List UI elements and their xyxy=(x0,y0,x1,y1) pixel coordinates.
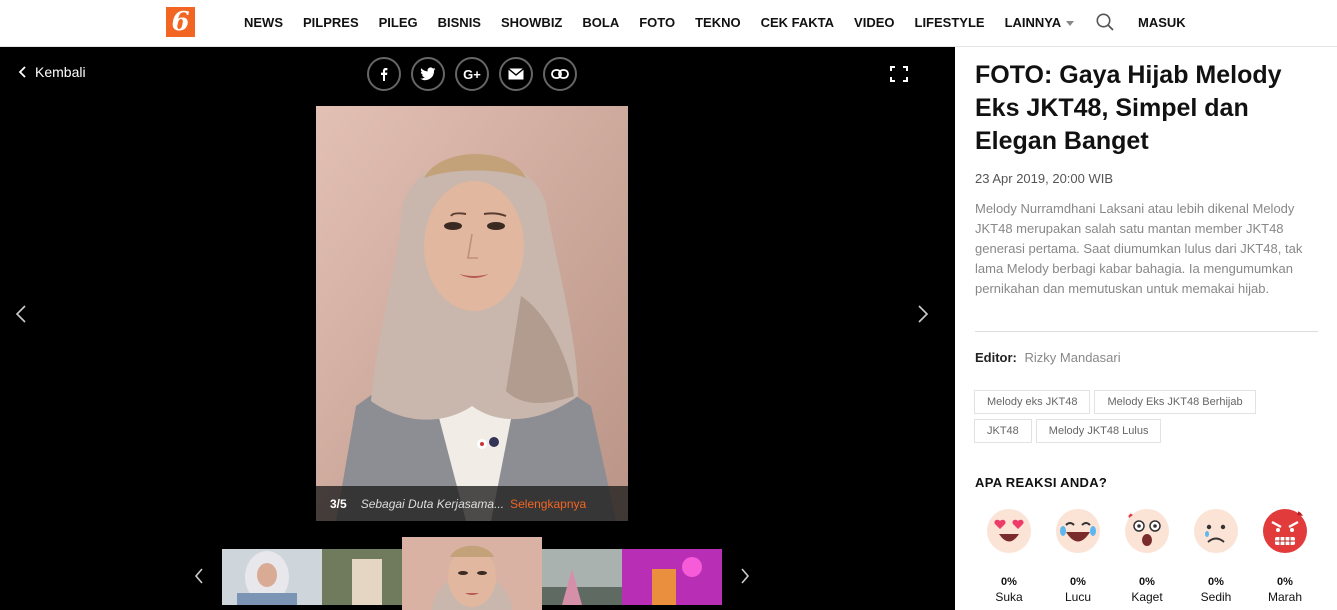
nav-item-bisnis[interactable]: BISNIS xyxy=(438,15,481,30)
laughing-emoji-icon xyxy=(1056,509,1100,553)
tag[interactable]: Melody Eks JKT48 Berhijab xyxy=(1094,390,1256,414)
back-link[interactable]: Kembali xyxy=(18,64,86,80)
email-icon[interactable] xyxy=(499,57,533,91)
article-panel: FOTO: Gaya Hijab Melody Eks JKT48, Simpe… xyxy=(955,47,1337,610)
reaction-percent: 0% xyxy=(1277,576,1293,588)
reaction-label: Suka xyxy=(995,590,1023,604)
reaction-label: Lucu xyxy=(1064,590,1092,604)
tag[interactable]: Melody eks JKT48 xyxy=(974,390,1091,414)
nav-item-pilpres[interactable]: PILPRES xyxy=(303,15,359,30)
reaction-percent: 0% xyxy=(1070,576,1086,588)
editor-line: Editor: Rizky Mandasari xyxy=(975,350,1121,365)
tag[interactable]: Melody JKT48 Lulus xyxy=(1035,419,1162,443)
reaction-label: Marah xyxy=(1267,590,1302,604)
reaction-label: Kaget xyxy=(1131,590,1163,604)
site-logo[interactable]: 6 xyxy=(166,7,195,37)
main-photo xyxy=(316,106,628,521)
nav-item-lainnya-label: LAINNYA xyxy=(1004,14,1062,30)
main-nav: NEWS PILPRES PILEG BISNIS SHOWBIZ BOLA F… xyxy=(244,0,1094,44)
nav-item-cek-fakta[interactable]: CEK FAKTA xyxy=(761,15,834,30)
top-navigation-bar: 6 NEWS PILPRES PILEG BISNIS SHOWBIZ BOLA… xyxy=(0,0,1337,47)
article-date: 23 Apr 2019, 20:00 WIB xyxy=(975,171,1114,186)
previous-photo-arrow[interactable] xyxy=(14,304,28,324)
reaction-sedih[interactable]: 0% Sedih xyxy=(1191,507,1241,604)
twitter-icon[interactable] xyxy=(411,57,445,91)
search-icon[interactable] xyxy=(1096,13,1114,31)
thumbnail[interactable] xyxy=(542,549,622,605)
thumbs-prev-arrow[interactable] xyxy=(192,566,206,586)
photo-caption-bar: 3/5 Sebagai Duta Kerjasama... Selengkapn… xyxy=(316,486,628,521)
reaction-lucu[interactable]: 0% Lucu xyxy=(1053,507,1103,604)
chevron-down-icon xyxy=(1066,20,1075,26)
divider xyxy=(975,331,1318,332)
photo-gallery: Kembali G+ 3/5 Sebagai Duta Kerjasama...… xyxy=(0,47,955,610)
thumbnail[interactable] xyxy=(322,549,402,605)
reaction-percent: 0% xyxy=(1139,576,1155,588)
article-description: Melody Nurramdhani Laksani atau lebih di… xyxy=(975,201,1303,296)
editor-label: Editor: xyxy=(975,350,1017,365)
reaction-label: Sedih xyxy=(1200,590,1232,604)
nav-item-lifestyle[interactable]: LIFESTYLE xyxy=(915,15,985,30)
angry-emoji-icon xyxy=(1263,509,1307,553)
thumbnail-active[interactable] xyxy=(402,537,542,610)
nav-item-pileg[interactable]: PILEG xyxy=(379,15,418,30)
nav-item-bola[interactable]: BOLA xyxy=(582,15,619,30)
next-photo-arrow[interactable] xyxy=(916,304,930,324)
reaction-kaget[interactable]: 0% Kaget xyxy=(1122,507,1172,604)
love-eyes-emoji-icon xyxy=(987,509,1031,553)
fullscreen-icon[interactable] xyxy=(890,66,908,82)
chevron-left-icon xyxy=(18,66,26,78)
nav-item-news[interactable]: NEWS xyxy=(244,15,283,30)
nav-item-foto[interactable]: FOTO xyxy=(639,15,675,30)
nav-item-tekno[interactable]: TEKNO xyxy=(695,15,741,30)
reactions-title: APA REAKSI ANDA? xyxy=(975,475,1108,490)
thumbnail[interactable] xyxy=(222,549,322,605)
editor-name[interactable]: Rizky Mandasari xyxy=(1025,350,1121,365)
share-buttons: G+ xyxy=(367,57,587,91)
link-icon[interactable] xyxy=(543,57,577,91)
login-button[interactable]: MASUK xyxy=(1138,15,1186,30)
read-more-link[interactable]: Selengkapnya xyxy=(510,497,586,511)
reaction-marah[interactable]: 0% Marah xyxy=(1260,507,1310,604)
facebook-icon[interactable] xyxy=(367,57,401,91)
nav-item-showbiz[interactable]: SHOWBIZ xyxy=(501,15,562,30)
tag-list: Melody eks JKT48 Melody Eks JKT48 Berhij… xyxy=(974,390,1319,448)
tag[interactable]: JKT48 xyxy=(974,419,1032,443)
nav-item-video[interactable]: VIDEO xyxy=(854,15,894,30)
shocked-emoji-icon xyxy=(1125,509,1169,553)
reaction-percent: 0% xyxy=(1001,576,1017,588)
back-label: Kembali xyxy=(35,64,86,80)
sad-emoji-icon xyxy=(1194,509,1238,553)
reaction-percent: 0% xyxy=(1208,576,1224,588)
photo-caption: Sebagai Duta Kerjasama... xyxy=(360,496,505,511)
photo-counter: 3/5 xyxy=(330,496,347,511)
reaction-suka[interactable]: 0% Suka xyxy=(984,507,1034,604)
article-title: FOTO: Gaya Hijab Melody Eks JKT48, Simpe… xyxy=(975,61,1282,155)
google-plus-icon[interactable]: G+ xyxy=(455,57,489,91)
thumbnail[interactable] xyxy=(622,549,722,605)
thumbs-next-arrow[interactable] xyxy=(738,566,752,586)
nav-item-lainnya[interactable]: LAINNYA xyxy=(1005,15,1075,30)
